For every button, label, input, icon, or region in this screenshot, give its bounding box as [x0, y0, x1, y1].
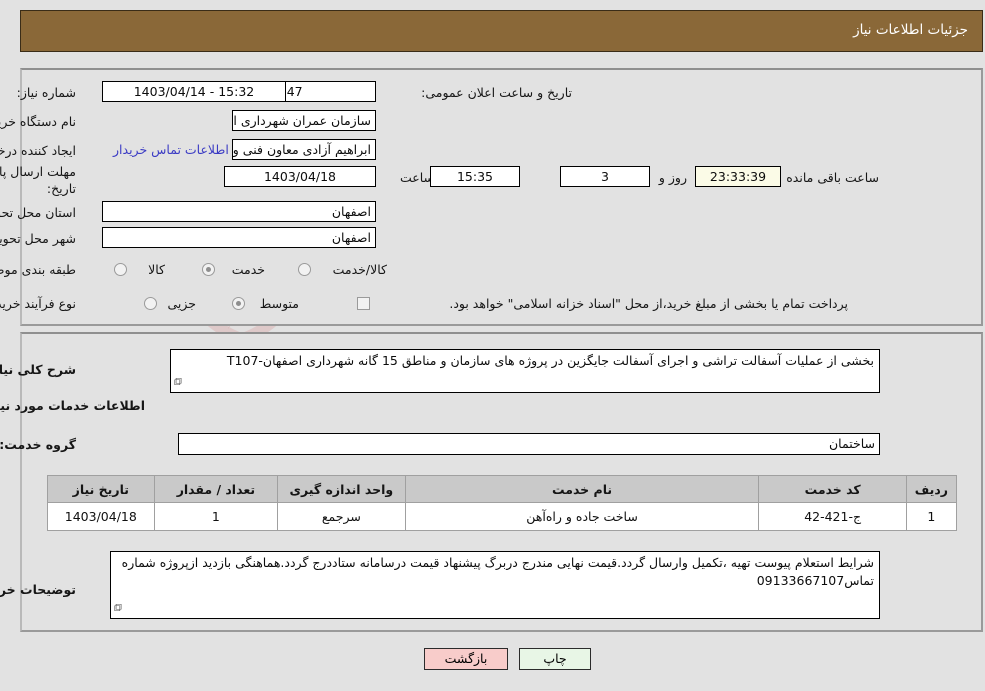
need-info-panel: [20, 68, 983, 326]
process-type-label: نوع فرآیند خرید :: [0, 296, 76, 311]
need-number-label: شماره نیاز:: [16, 85, 76, 100]
treasury-bond-note: پرداخت تمام یا بخشی از مبلغ خرید،از محل …: [449, 296, 848, 311]
cell-code: ج-421-42: [758, 502, 907, 531]
announce-datetime-label: تاریخ و ساعت اعلان عمومی:: [421, 85, 572, 100]
need-summary-textarea[interactable]: بخشی از عملیات آسفالت تراشی و اجرای آسفا…: [170, 349, 880, 393]
city-value: اصفهان: [102, 227, 376, 248]
radio-category-goods-service-label: کالا/خدمت: [332, 262, 387, 277]
radio-process-minor[interactable]: [144, 297, 157, 310]
service-group-label: گروه خدمت:: [0, 437, 76, 452]
buyer-contact-link[interactable]: اطلاعات تماس خریدار: [113, 142, 229, 157]
remaining-hours-label: ساعت باقی مانده: [786, 170, 879, 185]
cell-qty: 1: [153, 502, 279, 531]
back-button[interactable]: بازگشت: [424, 648, 508, 670]
page-header-bar: جزئیات اطلاعات نیاز: [20, 10, 983, 52]
col-qty: تعداد / مقدار: [153, 475, 279, 503]
need-summary-label: شرح کلی نیاز:: [0, 362, 76, 377]
countdown-timer: 23:33:39: [695, 166, 781, 187]
radio-process-minor-label: جزیی: [167, 296, 196, 311]
request-creator-value: ابراهیم آزادی معاون فنی و اجرایی سازمان …: [232, 139, 376, 160]
buyer-remarks-textarea[interactable]: شرایط استعلام پیوست تهیه ،تکمیل وارسال گ…: [110, 551, 880, 619]
services-table: ردیف کد خدمت نام خدمت واحد اندازه گیری ت…: [47, 475, 958, 531]
buyer-remarks-label: توضیحات خریدار:: [0, 582, 76, 597]
radio-category-service-label: خدمت: [231, 262, 265, 277]
buyer-org-value: سازمان عمران شهرداری اصفهان: [232, 110, 376, 131]
cell-name: ساخت جاده و راه‌آهن: [404, 502, 760, 531]
deadline-label-line2: تاریخ:: [46, 181, 76, 196]
col-code: کد خدمت: [758, 475, 907, 503]
deadline-hour-label: ساعت: [399, 170, 434, 185]
buyer-remarks-text: شرایط استعلام پیوست تهیه ،تکمیل وارسال گ…: [121, 555, 874, 588]
services-section-title: اطلاعات خدمات مورد نیاز: [0, 398, 145, 413]
table-row: 1 ج-421-42 ساخت جاده و راه‌آهن سرجمع 1 1…: [47, 502, 958, 531]
radio-category-goods-label: کالا: [148, 262, 165, 277]
radio-category-goods[interactable]: [114, 263, 127, 276]
col-unit: واحد اندازه گیری: [277, 475, 406, 503]
cell-row: 1: [905, 502, 958, 531]
announce-datetime-value: 15:32 - 1403/04/14: [102, 81, 286, 102]
remaining-days-value: 3: [560, 166, 650, 187]
treasury-bond-checkbox[interactable]: [357, 297, 370, 310]
print-button[interactable]: چاپ: [519, 648, 591, 670]
deadline-label-line1: مهلت ارسال پاسخ: تا: [0, 164, 76, 179]
resize-grip-icon-remarks[interactable]: ⧉: [114, 599, 122, 617]
buyer-org-label: نام دستگاه خریدار:: [0, 114, 76, 129]
page-title: جزئیات اطلاعات نیاز: [853, 22, 968, 38]
col-name: نام خدمت: [404, 475, 760, 503]
request-creator-label: ایجاد کننده درخواست:: [0, 143, 76, 158]
table-header-row: ردیف کد خدمت نام خدمت واحد اندازه گیری ت…: [47, 475, 958, 503]
service-group-value: ساختمان: [178, 433, 880, 455]
radio-category-service[interactable]: [202, 263, 215, 276]
city-label: شهر محل تحویل:: [0, 231, 76, 246]
deadline-time-value: 15:35: [430, 166, 520, 187]
province-value: اصفهان: [102, 201, 376, 222]
remaining-days-label: روز و: [658, 170, 687, 185]
cell-date: 1403/04/18: [47, 502, 155, 531]
deadline-date-value: 1403/04/18: [224, 166, 376, 187]
radio-process-medium-label: متوسط: [259, 296, 299, 311]
category-label: طبقه بندی موضوعی:: [0, 262, 76, 277]
col-date: تاریخ نیاز: [47, 475, 155, 503]
radio-category-goods-service[interactable]: [298, 263, 311, 276]
resize-grip-icon[interactable]: ⧉: [174, 373, 182, 391]
radio-process-medium[interactable]: [232, 297, 245, 310]
need-summary-text: بخشی از عملیات آسفالت تراشی و اجرای آسفا…: [226, 353, 874, 368]
province-label: استان محل تحویل:: [0, 205, 76, 220]
cell-unit: سرجمع: [277, 502, 406, 531]
col-row: ردیف: [905, 475, 958, 503]
